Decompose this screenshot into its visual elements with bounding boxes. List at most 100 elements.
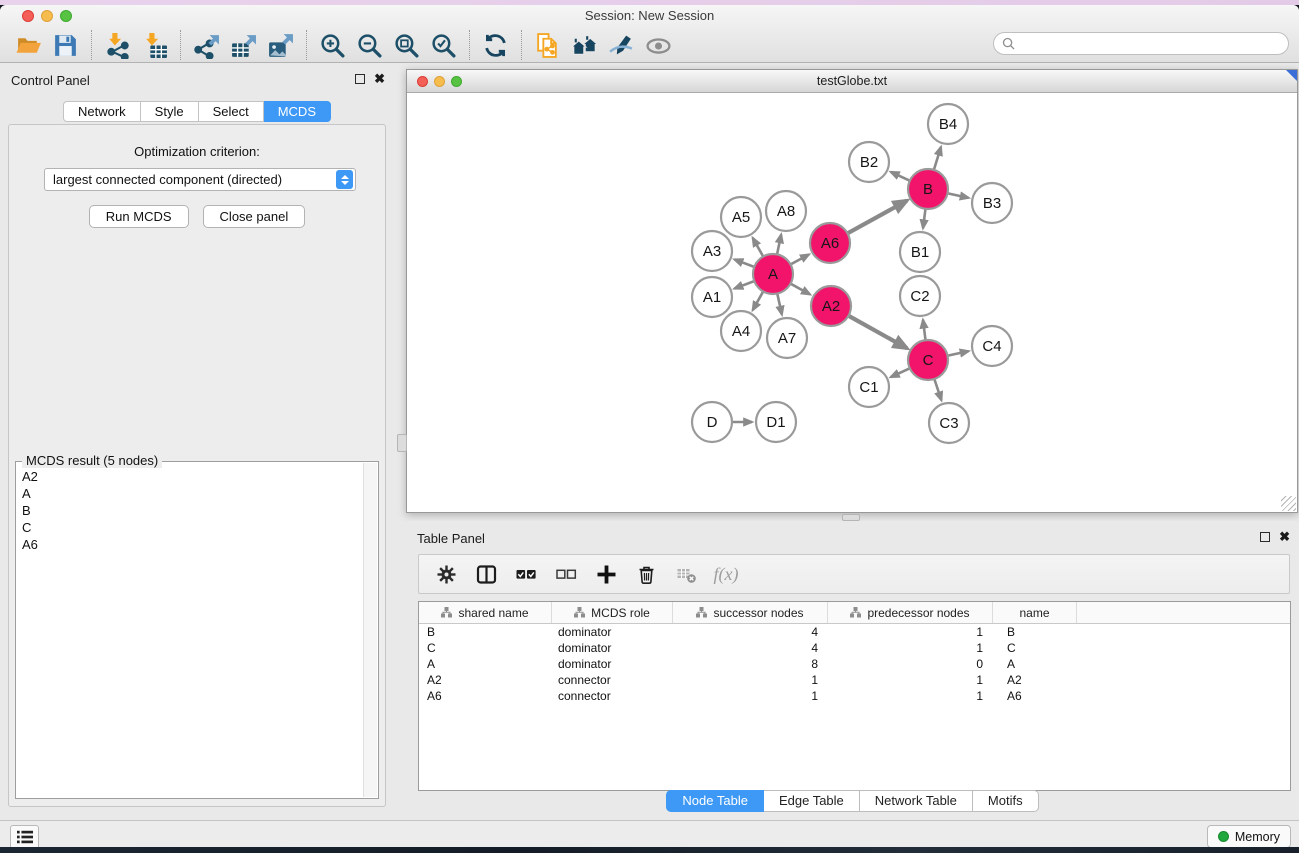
open-network-button[interactable] [10, 29, 47, 61]
edge-A-A8[interactable] [777, 235, 782, 257]
settings-button[interactable] [434, 562, 458, 586]
column-header-predecessor-nodes[interactable]: predecessor nodes [828, 602, 993, 623]
float-table-panel-icon[interactable] [1260, 532, 1270, 542]
cell[interactable]: 1 [673, 672, 828, 688]
cell[interactable]: 4 [673, 640, 828, 656]
cell[interactable]: connector [552, 688, 673, 704]
cell[interactable]: A [419, 656, 552, 672]
node-D[interactable]: D [692, 402, 732, 442]
column-header-name[interactable]: name [993, 602, 1077, 623]
cell[interactable]: A2 [419, 672, 552, 688]
node-A[interactable]: A [753, 254, 793, 294]
refresh-layout-button[interactable] [477, 29, 514, 61]
edge-B-B4[interactable] [933, 147, 941, 172]
cell[interactable]: A2 [993, 672, 1077, 688]
edge-A-A1[interactable] [734, 280, 756, 288]
export-table-button[interactable] [225, 29, 262, 61]
edge-A-A5[interactable] [753, 238, 764, 258]
column-header-MCDS-role[interactable]: MCDS role [552, 602, 673, 623]
table-row[interactable]: A2connector11A2 [419, 672, 1290, 688]
edge-A-A6[interactable] [789, 254, 809, 265]
cell[interactable]: A6 [993, 688, 1077, 704]
cell[interactable]: 1 [828, 672, 993, 688]
node-A8[interactable]: A8 [766, 191, 806, 231]
edge-A2-C[interactable] [847, 315, 907, 349]
run-mcds-button[interactable]: Run MCDS [89, 205, 189, 228]
table-row[interactable]: Cdominator41C [419, 640, 1290, 656]
edge-C-C4[interactable] [946, 351, 969, 356]
zoom-out-button[interactable] [351, 29, 388, 61]
cell[interactable]: 8 [673, 656, 828, 672]
table-row[interactable]: A6connector11A6 [419, 688, 1290, 704]
tab-mcds[interactable]: MCDS [264, 101, 331, 122]
cell[interactable]: 4 [673, 624, 828, 640]
network-graph[interactable]: AA1A2A3A4A5A6A7A8BB1B2B3B4CC1C2C3C4DD1 [407, 93, 1297, 512]
mcds-result-item[interactable]: A2 [17, 468, 363, 485]
node-B[interactable]: B [908, 169, 948, 209]
network-maximize-button[interactable] [451, 76, 462, 87]
node-C3[interactable]: C3 [929, 403, 969, 443]
cell[interactable]: B [419, 624, 552, 640]
home-button[interactable] [566, 29, 603, 61]
network-canvas[interactable]: AA1A2A3A4A5A6A7A8BB1B2B3B4CC1C2C3C4DD1 [407, 93, 1297, 512]
cell[interactable]: 1 [828, 624, 993, 640]
node-B1[interactable]: B1 [900, 232, 940, 272]
cell[interactable]: dominator [552, 640, 673, 656]
mcds-result-item[interactable]: A [17, 485, 363, 502]
cell[interactable]: A [993, 656, 1077, 672]
cell[interactable]: connector [552, 672, 673, 688]
horizontal-splitter-handle[interactable] [842, 514, 860, 521]
edge-A6-B[interactable] [846, 201, 907, 235]
node-C4[interactable]: C4 [972, 326, 1012, 366]
add-column-button[interactable] [594, 562, 618, 586]
minimize-window-button[interactable] [41, 10, 53, 22]
show-panels-button[interactable] [10, 825, 39, 847]
node-B2[interactable]: B2 [849, 142, 889, 182]
delete-table-button[interactable] [674, 562, 698, 586]
zoom-in-button[interactable] [314, 29, 351, 61]
network-close-button[interactable] [417, 76, 428, 87]
mcds-result-list[interactable]: A2ABCA6 [17, 468, 363, 797]
delete-button[interactable] [634, 562, 658, 586]
edge-C-C2[interactable] [923, 320, 926, 342]
close-table-panel-icon[interactable]: ✖ [1279, 532, 1290, 542]
column-header-shared-name[interactable]: shared name [419, 602, 552, 623]
edge-C-C1[interactable] [891, 367, 912, 377]
save-session-button[interactable] [47, 29, 84, 61]
cell[interactable]: C [993, 640, 1077, 656]
edge-A-A4[interactable] [753, 290, 764, 310]
tab-network-table[interactable]: Network Table [860, 790, 973, 812]
cell[interactable]: 0 [828, 656, 993, 672]
tab-node-table[interactable]: Node Table [666, 790, 764, 812]
cell[interactable]: 1 [828, 688, 993, 704]
edge-A-A2[interactable] [789, 283, 810, 295]
clone-network-button[interactable] [529, 29, 566, 61]
close-panel-icon[interactable]: ✖ [374, 74, 385, 84]
node-C1[interactable]: C1 [849, 367, 889, 407]
edge-C-C3[interactable] [934, 377, 942, 400]
edge-A-A3[interactable] [734, 259, 756, 267]
node-D1[interactable]: D1 [756, 402, 796, 442]
edge-B-B1[interactable] [923, 207, 926, 228]
mcds-result-item[interactable]: A6 [17, 536, 363, 553]
search-input[interactable] [1015, 35, 1288, 53]
maximize-window-button[interactable] [60, 10, 72, 22]
node-A3[interactable]: A3 [692, 231, 732, 271]
cell[interactable]: dominator [552, 656, 673, 672]
cell[interactable]: B [993, 624, 1077, 640]
vertical-splitter-handle[interactable] [397, 434, 407, 452]
node-A2[interactable]: A2 [811, 286, 851, 326]
node-B3[interactable]: B3 [972, 183, 1012, 223]
cell[interactable]: 1 [828, 640, 993, 656]
style-details-button[interactable] [603, 29, 640, 61]
node-A6[interactable]: A6 [810, 223, 850, 263]
search-box[interactable] [993, 32, 1289, 55]
function-button[interactable]: f(x) [714, 562, 738, 586]
network-window-titlebar[interactable]: testGlobe.txt [407, 70, 1297, 93]
tab-style[interactable]: Style [141, 101, 199, 122]
deselect-all-button[interactable] [554, 562, 578, 586]
cell[interactable]: C [419, 640, 552, 656]
memory-button[interactable]: Memory [1207, 825, 1291, 847]
zoom-fit-button[interactable] [388, 29, 425, 61]
export-network-button[interactable] [188, 29, 225, 61]
